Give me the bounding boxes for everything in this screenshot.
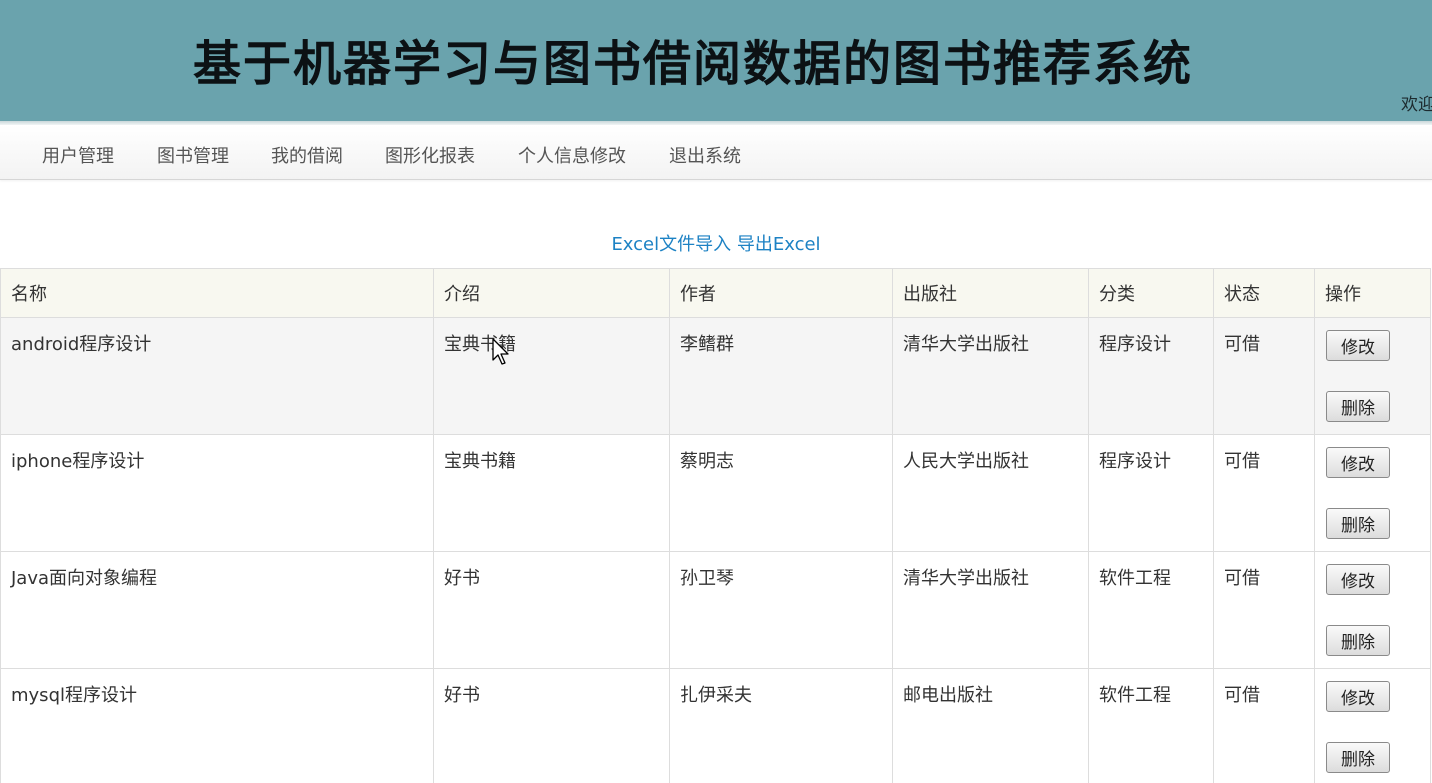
nav-logout[interactable]: 退出系统 [669,142,741,168]
column-header-status: 状态 [1213,268,1315,318]
welcome-text: 欢迎 [1401,95,1432,115]
cell-status: 可借 [1213,317,1315,435]
mouse-pointer-icon [492,338,509,365]
cell-intro: 好书 [433,668,670,783]
cell-actions: 修改 删除 [1314,434,1431,552]
table-row: Java面向对象编程 好书 孙卫琴 清华大学出版社 软件工程 可借 修改 删除 [0,551,1431,669]
delete-button[interactable]: 删除 [1326,625,1390,656]
nav-graphical-reports[interactable]: 图形化报表 [385,142,475,168]
cell-actions: 修改 删除 [1314,668,1431,783]
cell-actions: 修改 删除 [1314,551,1431,669]
system-title: 基于机器学习与图书借阅数据的图书推荐系统 [192,36,1193,92]
edit-button[interactable]: 修改 [1326,330,1390,361]
table-header-row: 名称 介绍 作者 出版社 分类 状态 操作 [0,268,1431,318]
delete-button[interactable]: 删除 [1326,391,1390,422]
cell-author: 李鳍群 [669,317,893,435]
cell-category: 软件工程 [1088,551,1214,669]
cell-name: Java面向对象编程 [0,551,434,669]
book-table: 名称 介绍 作者 出版社 分类 状态 操作 android程序设计 宝典书籍 李… [0,268,1431,783]
cell-author: 孙卫琴 [669,551,893,669]
cell-intro: 好书 [433,551,670,669]
main-nav: 用户管理 图书管理 我的借阅 图形化报表 个人信息修改 退出系统 [0,125,1432,180]
edit-button[interactable]: 修改 [1326,447,1390,478]
page: 基于机器学习与图书借阅数据的图书推荐系统 欢迎 用户管理 图书管理 我的借阅 图… [0,0,1432,783]
table-row: mysql程序设计 好书 扎伊采夫 邮电出版社 软件工程 可借 修改 删除 [0,668,1431,783]
edit-button[interactable]: 修改 [1326,564,1390,595]
table-row: iphone程序设计 宝典书籍 蔡明志 人民大学出版社 程序设计 可借 修改 删… [0,434,1431,552]
cell-category: 程序设计 [1088,317,1214,435]
nav-my-borrowing[interactable]: 我的借阅 [271,142,343,168]
column-header-category: 分类 [1088,268,1214,318]
nav-book-management[interactable]: 图书管理 [157,142,229,168]
cell-author: 扎伊采夫 [669,668,893,783]
column-header-intro: 介绍 [433,268,670,318]
delete-button[interactable]: 删除 [1326,508,1390,539]
cell-status: 可借 [1213,551,1315,669]
cell-status: 可借 [1213,668,1315,783]
cell-category: 软件工程 [1088,668,1214,783]
cell-publisher: 人民大学出版社 [892,434,1089,552]
nav-profile-edit[interactable]: 个人信息修改 [518,142,626,168]
cell-intro: 宝典书籍 [433,434,670,552]
cell-category: 程序设计 [1088,434,1214,552]
column-header-name: 名称 [0,268,434,318]
delete-button[interactable]: 删除 [1326,742,1390,773]
cell-publisher: 邮电出版社 [892,668,1089,783]
column-header-publisher: 出版社 [892,268,1089,318]
excel-export-link[interactable]: 导出Excel [737,234,821,255]
column-header-author: 作者 [669,268,893,318]
cell-name: iphone程序设计 [0,434,434,552]
nav-user-management[interactable]: 用户管理 [42,142,114,168]
cell-actions: 修改 删除 [1314,317,1431,435]
cell-author: 蔡明志 [669,434,893,552]
cell-publisher: 清华大学出版社 [892,551,1089,669]
cell-name: mysql程序设计 [0,668,434,783]
cell-intro: 宝典书籍 [433,317,670,435]
cell-name: android程序设计 [0,317,434,435]
header-banner: 基于机器学习与图书借阅数据的图书推荐系统 欢迎 [0,0,1432,121]
cell-publisher: 清华大学出版社 [892,317,1089,435]
excel-actions: Excel文件导入 导出Excel [0,230,1432,256]
cell-status: 可借 [1213,434,1315,552]
excel-import-link[interactable]: Excel文件导入 [611,234,731,255]
table-row: android程序设计 宝典书籍 李鳍群 清华大学出版社 程序设计 可借 修改 … [0,317,1431,435]
edit-button[interactable]: 修改 [1326,681,1390,712]
column-header-actions: 操作 [1314,268,1431,318]
